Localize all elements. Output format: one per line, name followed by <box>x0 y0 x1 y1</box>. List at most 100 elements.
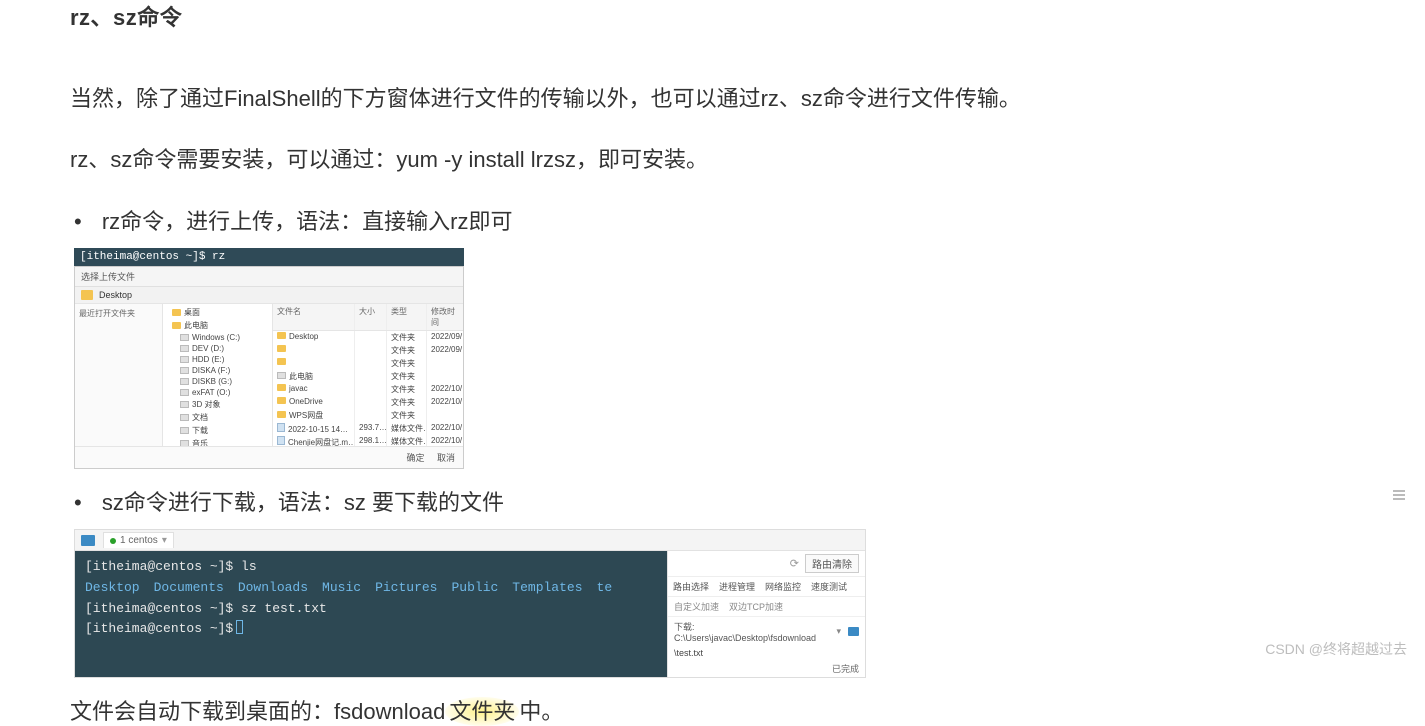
folder-tab-icon[interactable] <box>81 535 95 546</box>
tree-item-label[interactable]: HDD (E:) <box>192 355 224 364</box>
cancel-button[interactable]: 取消 <box>437 451 455 464</box>
dialog-title: 选择上传文件 <box>75 267 463 287</box>
route-clear-button[interactable]: 路由清除 <box>805 554 859 573</box>
drive-icon <box>180 334 189 341</box>
terminal-dir-name: Pictures <box>375 580 437 595</box>
section-heading: rz、sz命令 <box>70 0 1355 32</box>
bullet-rz: rz命令，进行上传，语法：直接输入rz即可 <box>70 204 1355 236</box>
paragraph-1: 当然，除了通过FinalShell的下方窗体进行文件的传输以外，也可以通过rz、… <box>70 82 1355 115</box>
accel-tcp-label: 双边TCP加速 <box>729 602 783 612</box>
drive-icon <box>180 378 189 385</box>
watermark: CSDN @终将超越过去 <box>1265 639 1407 659</box>
terminal-dir-name: Templates <box>512 580 582 595</box>
panel-tab[interactable]: 网络监控 <box>760 577 806 596</box>
tree-item-label[interactable]: 文档 <box>192 412 208 423</box>
folder-icon <box>81 290 93 300</box>
drive-icon <box>180 440 189 446</box>
tree-item-label[interactable]: 此电脑 <box>184 320 208 331</box>
file-list-header: 文件名 大小 类型 修改时间 <box>273 304 463 331</box>
tree-item-label[interactable]: Windows (C:) <box>192 333 240 342</box>
terminal-dir-name: Downloads <box>238 580 308 595</box>
drive-icon <box>180 427 189 434</box>
file-upload-dialog: 选择上传文件 Desktop 最近打开文件夹 桌面此电脑 Windows (C:)… <box>74 266 464 469</box>
drive-icon <box>180 414 189 421</box>
screenshot-rz-dialog: [itheima@centos ~]$ rz 选择上传文件 Desktop 最近… <box>74 248 464 469</box>
folder-icon <box>277 384 286 391</box>
refresh-icon[interactable]: ⟳ <box>790 557 799 570</box>
ok-button[interactable]: 确定 <box>406 451 424 464</box>
folder-icon <box>277 397 286 404</box>
tree-item-label[interactable]: exFAT (O:) <box>192 388 230 397</box>
desktop-path-label: Desktop <box>99 290 132 300</box>
file-row[interactable]: javac文件夹2022/10/… <box>273 383 463 396</box>
file-row[interactable]: WPS网盘文件夹 <box>273 409 463 422</box>
paragraph-2: rz、sz命令需要安装，可以通过：yum -y install lrzsz，即可… <box>70 143 1355 176</box>
panel-tab[interactable]: 进程管理 <box>714 577 760 596</box>
hamburger-icon[interactable] <box>1393 490 1405 500</box>
download-label: 下载: <box>674 622 695 632</box>
download-done-label: 已完成 <box>668 660 865 677</box>
drive-icon <box>180 367 189 374</box>
terminal-output[interactable]: [itheima@centos ~]$ ls Desktop Documents D… <box>75 551 667 677</box>
panel-tabs[interactable]: 路由选择进程管理网络监控速度测试 <box>668 577 865 597</box>
chevron-down-icon[interactable]: ▾ <box>836 626 841 637</box>
accel-custom-label: 自定义加速 <box>674 602 719 612</box>
folder-icon <box>277 332 286 339</box>
col-type: 类型 <box>387 304 427 330</box>
file-row[interactable]: Desktop文件夹2022/09/… <box>273 331 463 344</box>
file-list[interactable]: Desktop文件夹2022/09/…文件夹2022/09/…文件夹此电脑文件夹… <box>273 331 463 446</box>
terminal-dir-name: te <box>597 580 613 595</box>
panel-tab[interactable]: 路由选择 <box>668 577 714 596</box>
download-path: C:\Users\javac\Desktop\fsdownload <box>674 633 816 643</box>
col-date: 修改时间 <box>427 304 463 330</box>
file-row[interactable]: 2022-10-15 14…293.7…媒体文件…2022/10/… <box>273 422 463 435</box>
screenshot-sz-terminal: 1 centos ▾ [itheima@centos ~]$ ls Deskto… <box>74 529 866 678</box>
tab-label: 1 centos <box>120 535 158 546</box>
term-line-ls: [itheima@centos ~]$ ls <box>85 557 657 578</box>
terminal-dir-name: Documents <box>154 580 224 595</box>
tree-item-label[interactable]: 下载 <box>192 425 208 436</box>
tree-item-label[interactable]: 3D 对象 <box>192 399 220 410</box>
tree-item-label[interactable]: 桌面 <box>184 307 200 318</box>
folder-icon <box>277 411 286 418</box>
terminal-dir-name: Music <box>322 580 361 595</box>
terminal-tab[interactable]: 1 centos ▾ <box>103 532 174 548</box>
folder-tree[interactable]: 桌面此电脑 Windows (C:) DEV (D:) HDD (E:) DISKA (… <box>163 304 273 446</box>
download-file-name: \test.txt <box>668 646 865 660</box>
drive-icon <box>277 372 286 379</box>
tree-item-label[interactable]: DEV (D:) <box>192 344 224 353</box>
tab-dropdown-icon[interactable]: ▾ <box>162 535 167 546</box>
file-row[interactable]: 文件夹2022/09/… <box>273 344 463 357</box>
term-line-prompt: [itheima@centos ~]$ <box>85 619 657 640</box>
drive-icon <box>180 401 189 408</box>
tree-item-label[interactable]: DISKA (F:) <box>192 366 230 375</box>
folder-icon <box>172 322 181 329</box>
drive-icon <box>180 356 189 363</box>
recent-folders-label: 最近打开文件夹 <box>79 308 158 319</box>
terminal-dir-name: Desktop <box>85 580 140 595</box>
highlight-word: 文件夹 <box>445 697 519 726</box>
terminal-dir-name: Public <box>451 580 498 595</box>
side-panel: ⟳ 路由清除 路由选择进程管理网络监控速度测试 自定义加速 双边TCP加速 下载… <box>667 551 865 677</box>
panel-tab[interactable]: 速度测试 <box>806 577 852 596</box>
file-row[interactable]: OneDrive文件夹2022/10/… <box>273 396 463 409</box>
file-row[interactable]: 文件夹 <box>273 357 463 370</box>
open-folder-icon[interactable] <box>848 627 859 636</box>
file-icon <box>277 423 285 432</box>
tree-item-label[interactable]: DISKB (G:) <box>192 377 232 386</box>
tree-item-label[interactable]: 音乐 <box>192 438 208 446</box>
file-row[interactable]: 此电脑文件夹 <box>273 370 463 383</box>
bullet-sz: sz命令进行下载，语法：sz 要下载的文件 <box>70 485 1355 517</box>
terminal-prompt-rz: [itheima@centos ~]$ rz <box>74 248 464 266</box>
col-name: 文件名 <box>273 304 355 330</box>
term-line-sz: [itheima@centos ~]$ sz test.txt <box>85 599 657 620</box>
file-icon <box>277 436 285 445</box>
file-row[interactable]: Chenjie网盘记.m…298.1…媒体文件…2022/10/… <box>273 435 463 446</box>
folder-icon <box>172 309 181 316</box>
final-paragraph: 文件会自动下载到桌面的：fsdownload文件夹中。 <box>70 694 1355 726</box>
drive-icon <box>180 389 189 396</box>
folder-icon <box>277 345 286 352</box>
cursor-icon <box>236 620 243 634</box>
col-size: 大小 <box>355 304 387 330</box>
status-dot-icon <box>110 538 116 544</box>
